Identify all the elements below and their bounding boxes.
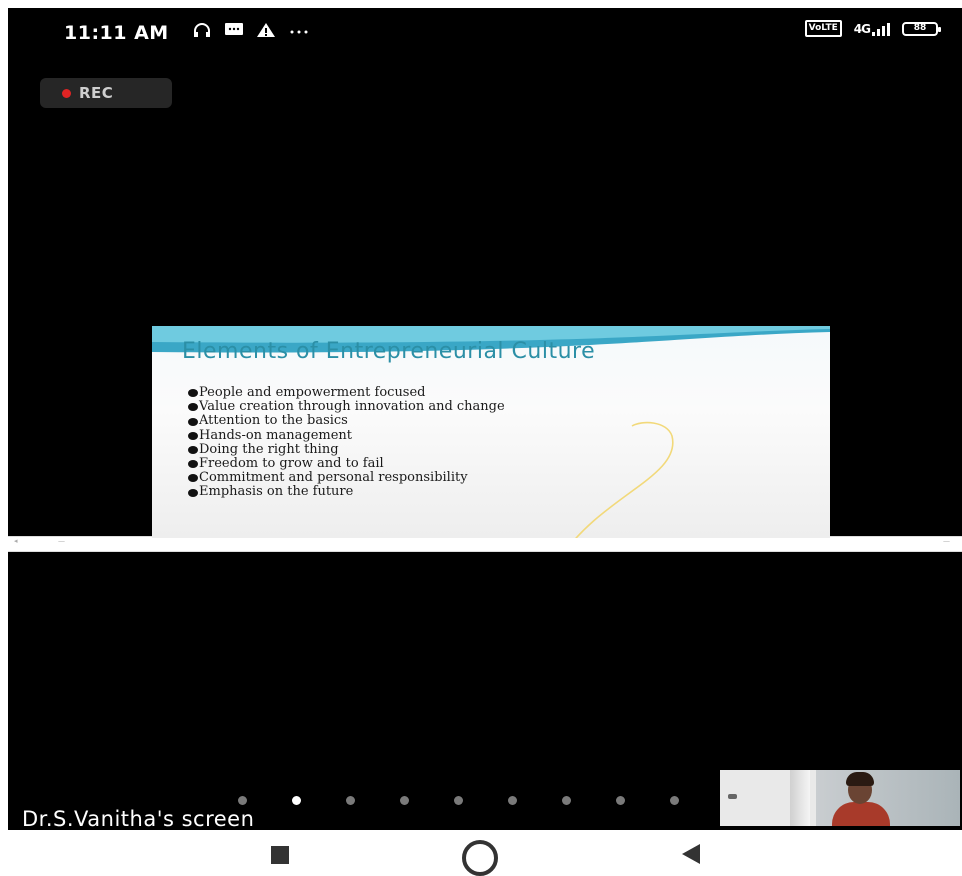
slide-bullet: Doing the right thing (188, 441, 505, 457)
page-dot[interactable] (562, 796, 571, 805)
bullet-text: Freedom to grow and to fail (199, 456, 384, 472)
bullet-icon (188, 417, 198, 426)
participant-hair (846, 772, 874, 786)
page-dot-active[interactable] (292, 796, 301, 805)
bullet-icon (188, 460, 198, 469)
self-video-tile[interactable] (720, 770, 960, 826)
slide-bullet: Value creation through innovation and ch… (188, 400, 505, 414)
presenter-screen-label: Dr.S.Vanitha's screen (16, 806, 261, 830)
slide-decorative-curve (575, 421, 674, 538)
shared-slide[interactable]: Elements of Entrepreneurial Culture Peop… (152, 326, 830, 538)
bullet-text: Commitment and personal responsibility (199, 470, 468, 486)
recents-button[interactable] (271, 846, 289, 864)
strip-scroll-indicator: — (943, 537, 950, 545)
signal-icon: 4G (854, 22, 890, 36)
page-dot[interactable] (454, 796, 463, 805)
page-dot[interactable] (400, 796, 409, 805)
bullet-icon (188, 389, 198, 398)
recording-badge: REC (40, 78, 172, 108)
bullet-icon (188, 445, 198, 454)
slide-bullet: Hands-on management (188, 427, 505, 443)
slide-bullet: Commitment and personal responsibility (188, 471, 505, 485)
bullet-text: Doing the right thing (199, 441, 339, 457)
back-button[interactable] (682, 844, 700, 864)
status-icons-right: VoLTE 4G 88 (804, 20, 941, 37)
page-dot[interactable] (670, 796, 679, 805)
message-icon (224, 22, 244, 38)
battery-icon: 88 (902, 21, 941, 36)
slide-bullet: Attention to the basics (188, 414, 505, 428)
home-button[interactable] (462, 840, 498, 876)
slide-bullet: Freedom to grow and to fail (188, 456, 505, 472)
slide-bullet: People and empowerment focused (188, 385, 505, 400)
page-dot[interactable] (508, 796, 517, 805)
bullet-text: Emphasis on the future (199, 484, 354, 500)
status-icons-left (192, 22, 310, 38)
volte-icon: VoLTE (804, 20, 842, 37)
slide-title: Elements of Entrepreneurial Culture (182, 339, 596, 364)
bullet-icon (188, 474, 198, 483)
shared-window-strip: ◂ — — (8, 536, 962, 552)
tile-menu-icon[interactable] (728, 794, 737, 799)
bullet-text: Attention to the basics (199, 413, 348, 429)
bullet-icon (188, 431, 198, 440)
page-dot[interactable] (238, 796, 247, 805)
meeting-screen: 11:11 AM VoLTE 4G 88 REC ◂ — — Elements … (8, 8, 962, 830)
page-indicator[interactable] (238, 796, 679, 805)
status-time: 11:11 AM (64, 22, 169, 44)
warning-icon (256, 22, 276, 38)
system-nav-bar (0, 830, 962, 876)
status-bar: 11:11 AM VoLTE 4G 88 (8, 8, 962, 56)
bullet-text: Value creation through innovation and ch… (199, 399, 505, 415)
slide-bullet-list: People and empowerment focused Value cre… (188, 385, 505, 500)
strip-tab-indicator: — (58, 537, 65, 545)
recording-label: REC (79, 84, 114, 102)
record-dot-icon (62, 88, 71, 98)
bullet-text: People and empowerment focused (199, 385, 426, 400)
bullet-icon (188, 403, 198, 412)
signal-label: 4G (853, 21, 871, 36)
slide-bullet: Emphasis on the future (188, 485, 505, 499)
video-background (790, 770, 810, 826)
more-icon (288, 22, 310, 38)
bullet-icon (188, 488, 198, 497)
strip-arrow-icon: ◂ (14, 537, 18, 545)
headphones-icon (192, 22, 212, 38)
page-dot[interactable] (346, 796, 355, 805)
participant-video (816, 770, 960, 826)
bullet-text: Hands-on management (199, 427, 353, 443)
participant-body (832, 802, 890, 826)
page-dot[interactable] (616, 796, 625, 805)
